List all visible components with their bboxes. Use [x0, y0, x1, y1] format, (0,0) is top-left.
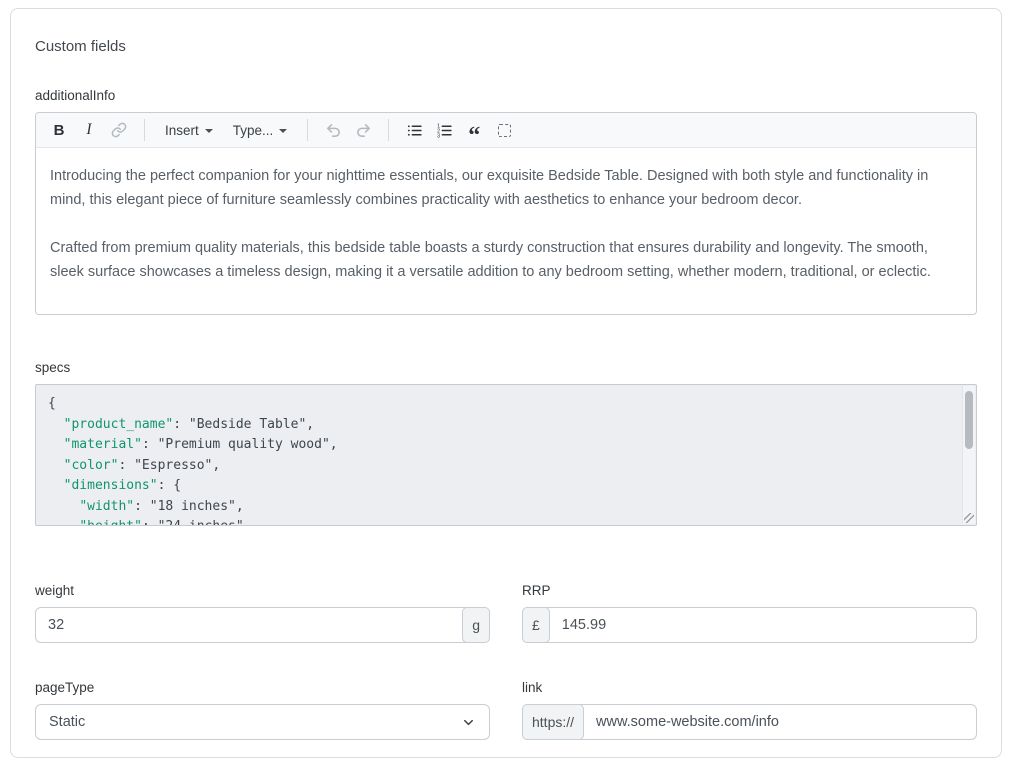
blockquote-icon: “ [468, 131, 480, 141]
type-dropdown-label: Type... [233, 123, 274, 138]
field-weight: weight g [35, 583, 490, 643]
undo-button[interactable] [320, 117, 346, 143]
rrp-input[interactable] [550, 608, 976, 642]
italic-button[interactable]: I [76, 117, 102, 143]
weight-input-group: g [35, 607, 490, 643]
editor-toolbar: B I Insert [36, 113, 976, 148]
type-dropdown[interactable]: Type... [225, 123, 296, 138]
chevron-down-icon [205, 129, 213, 133]
svg-text:3: 3 [437, 133, 440, 138]
link-button[interactable] [106, 117, 132, 143]
field-additional-info: additionalInfo B I [35, 88, 977, 315]
specs-code: { "product_name": "Bedside Table", "mate… [48, 394, 952, 526]
specs-scrollbar[interactable] [962, 386, 975, 524]
weight-unit-addon: g [462, 607, 490, 643]
link-input-group: https:// [522, 704, 977, 740]
field-page-type: pageType Static [35, 680, 490, 740]
field-rrp: RRP £ [522, 583, 977, 643]
rrp-input-group: £ [522, 607, 977, 643]
chevron-down-icon [279, 129, 287, 133]
weight-label: weight [35, 583, 490, 598]
page-type-select[interactable]: Static [35, 704, 490, 740]
field-specs: specs { "product_name": "Bedside Table",… [35, 360, 977, 526]
screen: Custom fields additionalInfo B I [0, 0, 1013, 769]
redo-icon [355, 122, 372, 139]
link-icon [111, 122, 127, 138]
resize-grip-icon[interactable] [964, 513, 974, 523]
editor-paragraph: Introducing the perfect companion for yo… [50, 164, 962, 212]
bullet-list-icon [406, 122, 423, 139]
page-type-selected-value: Static [49, 714, 85, 730]
weight-input[interactable] [36, 608, 462, 642]
redo-button[interactable] [350, 117, 376, 143]
dashed-box-icon [498, 124, 511, 137]
scrollbar-thumb[interactable] [965, 391, 973, 449]
field-link: link https:// [522, 680, 977, 740]
specs-label: specs [35, 360, 977, 375]
link-input[interactable] [584, 705, 976, 739]
chevron-down-icon [461, 715, 476, 730]
section-title: Custom fields [35, 38, 977, 55]
undo-icon [325, 122, 342, 139]
rrp-label: RRP [522, 583, 977, 598]
insert-dropdown[interactable]: Insert [157, 123, 221, 138]
bold-button[interactable]: B [46, 117, 72, 143]
link-label: link [522, 680, 977, 695]
row-pagetype-link: pageType Static link https:// [35, 680, 977, 740]
editor-paragraph: Crafted from premium quality materials, … [50, 236, 962, 284]
blockquote-button[interactable]: “ [461, 117, 487, 143]
rrp-currency-addon: £ [522, 607, 550, 643]
dashed-box-button[interactable] [491, 117, 517, 143]
specs-textarea[interactable]: { "product_name": "Bedside Table", "mate… [35, 384, 977, 526]
editor-content[interactable]: Introducing the perfect companion for yo… [36, 148, 976, 314]
rich-text-editor: B I Insert [35, 112, 977, 315]
link-protocol-addon: https:// [522, 704, 584, 740]
row-weight-rrp: weight g RRP £ [35, 583, 977, 643]
custom-fields-card: Custom fields additionalInfo B I [10, 8, 1002, 758]
bullet-list-button[interactable] [401, 117, 427, 143]
insert-dropdown-label: Insert [165, 123, 199, 138]
numbered-list-button[interactable]: 1 2 3 [431, 117, 457, 143]
toolbar-divider [307, 119, 308, 141]
toolbar-divider [144, 119, 145, 141]
page-type-label: pageType [35, 680, 490, 695]
numbered-list-icon: 1 2 3 [436, 122, 453, 139]
additional-info-label: additionalInfo [35, 88, 977, 103]
toolbar-divider [388, 119, 389, 141]
